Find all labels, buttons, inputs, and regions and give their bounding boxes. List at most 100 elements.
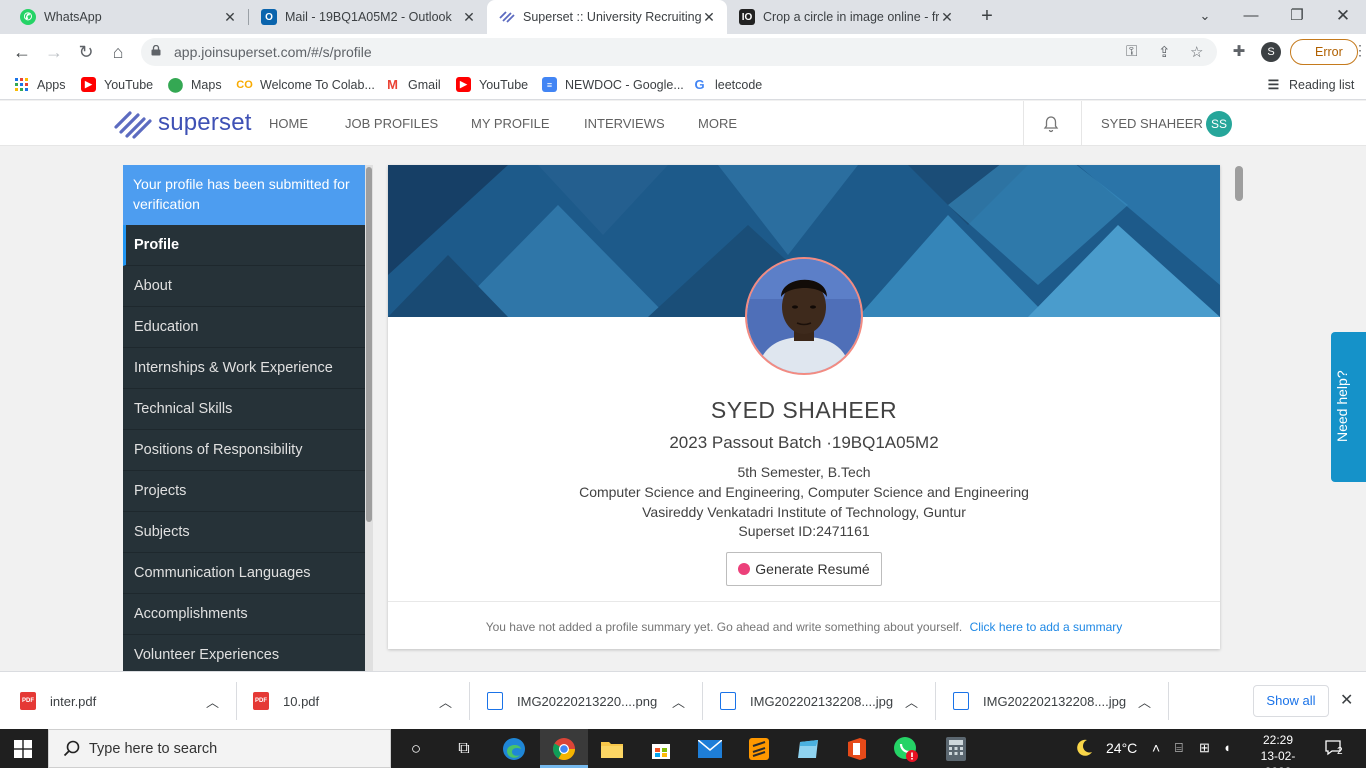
browser-toolbar: ← → ↻ ⌂ app.joinsuperset.com/#/s/profile…	[0, 34, 1366, 70]
youtube-icon: ▶	[456, 77, 471, 92]
need-help-tab[interactable]: Need help?	[1331, 332, 1366, 482]
bookmark-gmail[interactable]: M Gmail	[385, 77, 441, 92]
more-vertical-icon[interactable]: ⋮	[1353, 42, 1366, 59]
close-icon[interactable]: ✕	[939, 9, 955, 26]
sidebar-item-languages[interactable]: Communication Languages	[123, 553, 365, 594]
chevron-up-icon[interactable]: ︿	[1138, 672, 1151, 730]
sidebar-item-volunteer[interactable]: Volunteer Experiences	[123, 635, 365, 671]
add-summary-link[interactable]: Click here to add a summary	[970, 620, 1123, 634]
temperature-label[interactable]: 24°C	[1106, 740, 1137, 756]
tab-crop-circle[interactable]: IO Crop a circle in image online - fre ✕	[727, 0, 965, 34]
chevron-up-icon[interactable]: ︿	[439, 672, 452, 730]
weather-moon-icon[interactable]	[1074, 738, 1094, 761]
reading-list[interactable]: ☰ Reading list	[1266, 77, 1355, 92]
sync-error-button[interactable]: Error	[1290, 39, 1358, 65]
bookmark-label: YouTube	[479, 77, 529, 92]
sidebar-item-subjects[interactable]: Subjects	[123, 512, 365, 553]
home-icon[interactable]: ⌂	[106, 40, 130, 64]
download-item[interactable]: IMG202202132208....jpg	[720, 672, 893, 730]
scrollbar-thumb[interactable]	[366, 167, 372, 522]
reload-icon[interactable]: ↻	[74, 40, 98, 64]
bookmark-apps[interactable]: Apps	[14, 77, 66, 92]
cortana-icon[interactable]: ○	[402, 735, 430, 763]
generate-resume-button[interactable]: Generate Resumé	[726, 552, 882, 586]
whatsapp-taskbar-icon[interactable]	[892, 735, 920, 763]
extensions-puzzle-icon[interactable]: ✚	[1229, 42, 1249, 62]
nav-more[interactable]: MORE	[698, 116, 737, 131]
sidebar-scrollbar[interactable]	[365, 165, 373, 671]
bookmark-leetcode[interactable]: G leetcode	[692, 77, 762, 92]
close-icon[interactable]: ✕	[222, 9, 238, 26]
main-scrollbar-thumb[interactable]	[1235, 166, 1243, 201]
sidebar-item-internships[interactable]: Internships & Work Experience	[123, 348, 365, 389]
profile-semester: 5th Semester, B.Tech	[737, 464, 871, 480]
bookmark-newdoc[interactable]: ≡ NEWDOC - Google...	[542, 77, 684, 92]
mail-icon[interactable]	[696, 735, 724, 763]
restore-button[interactable]: ❐	[1274, 0, 1320, 34]
sidebar-item-profile[interactable]: Profile	[123, 225, 365, 266]
superset-logo[interactable]: superset	[114, 107, 252, 139]
minimize-button[interactable]: —	[1228, 0, 1274, 34]
chevron-up-icon[interactable]: ︿	[206, 672, 219, 730]
back-arrow-icon[interactable]: ←	[10, 40, 34, 64]
nav-my-profile[interactable]: MY PROFILE	[471, 116, 550, 131]
volume-icon[interactable]: ◖	[1223, 740, 1231, 755]
new-tab-button[interactable]: +	[976, 6, 998, 28]
close-icon[interactable]: ✕	[1340, 690, 1353, 710]
tab-search-chevron-icon[interactable]: ⌄	[1182, 0, 1228, 34]
calculator-icon[interactable]	[942, 735, 970, 763]
sidebar-item-positions[interactable]: Positions of Responsibility	[123, 430, 365, 471]
user-avatar[interactable]: SS	[1206, 111, 1232, 137]
download-item[interactable]: IMG202202132208....jpg	[953, 672, 1126, 730]
notes-app-icon[interactable]	[794, 735, 822, 763]
share-icon[interactable]: ⇪	[1158, 43, 1171, 61]
edge-icon[interactable]	[500, 735, 528, 763]
tray-chevron-up-icon[interactable]: ˄	[1152, 740, 1160, 756]
browser-profile-avatar[interactable]: S	[1261, 42, 1281, 62]
sublime-text-icon[interactable]	[745, 735, 773, 763]
download-item[interactable]: IMG20220213220....png	[487, 672, 657, 730]
tab-whatsapp[interactable]: ✆ WhatsApp ✕	[8, 0, 248, 34]
store-icon[interactable]	[647, 735, 675, 763]
taskbar-search-box[interactable]: Type here to search	[48, 729, 391, 768]
bell-icon[interactable]	[1043, 115, 1059, 133]
address-bar[interactable]: app.joinsuperset.com/#/s/profile ⚿ ⇪ ☆	[141, 38, 1217, 66]
sidebar-item-technical-skills[interactable]: Technical Skills	[123, 389, 365, 430]
key-icon[interactable]: ⚿	[1126, 43, 1137, 60]
system-clock[interactable]: 22:29 13-02-2022	[1248, 732, 1308, 768]
user-name[interactable]: SYED SHAHEER	[1101, 116, 1203, 131]
file-explorer-icon[interactable]	[598, 735, 626, 763]
nav-interviews[interactable]: INTERVIEWS	[584, 116, 665, 131]
close-icon[interactable]: ✕	[701, 9, 717, 26]
close-icon[interactable]: ✕	[461, 9, 477, 26]
tab-superset[interactable]: Superset :: University Recruiting P ✕	[487, 0, 727, 34]
task-view-icon[interactable]: ⧉	[450, 735, 478, 763]
network-icon[interactable]: ⊞	[1199, 740, 1210, 756]
bookmark-youtube[interactable]: ▶ YouTube	[81, 77, 153, 92]
bookmark-maps[interactable]: ⬤ Maps	[168, 76, 222, 92]
bookmarks-bar: Apps ▶ YouTube ⬤ Maps CO Welcome To Cola…	[0, 70, 1366, 100]
chevron-up-icon[interactable]: ︿	[672, 672, 685, 730]
sidebar-item-about[interactable]: About	[123, 266, 365, 307]
profile-photo[interactable]	[745, 257, 863, 375]
show-all-button[interactable]: Show all	[1253, 685, 1329, 717]
tab-outlook[interactable]: O Mail - 19BQ1A05M2 - Outlook ✕	[249, 0, 487, 34]
sidebar-item-projects[interactable]: Projects	[123, 471, 365, 512]
download-item[interactable]: PDF inter.pdf	[20, 672, 96, 730]
sidebar-item-education[interactable]: Education	[123, 307, 365, 348]
windows-start-icon[interactable]	[14, 740, 32, 758]
nav-home[interactable]: HOME	[269, 116, 308, 131]
download-item[interactable]: PDF 10.pdf	[253, 672, 319, 730]
tray-device-icon[interactable]: ⌸	[1175, 740, 1183, 756]
forward-arrow-icon[interactable]: →	[42, 40, 66, 64]
sidebar-item-accomplishments[interactable]: Accomplishments	[123, 594, 365, 635]
window-close-button[interactable]: ✕	[1320, 0, 1366, 34]
nav-job-profiles[interactable]: JOB PROFILES	[345, 116, 438, 131]
bookmark-youtube-2[interactable]: ▶ YouTube	[456, 77, 528, 92]
download-divider	[702, 682, 703, 720]
office-icon[interactable]	[843, 735, 871, 763]
bookmark-colab[interactable]: CO Welcome To Colab...	[236, 77, 375, 92]
chevron-up-icon[interactable]: ︿	[905, 672, 918, 730]
bookmark-star-icon[interactable]: ☆	[1190, 43, 1203, 61]
chrome-icon[interactable]	[550, 735, 578, 763]
